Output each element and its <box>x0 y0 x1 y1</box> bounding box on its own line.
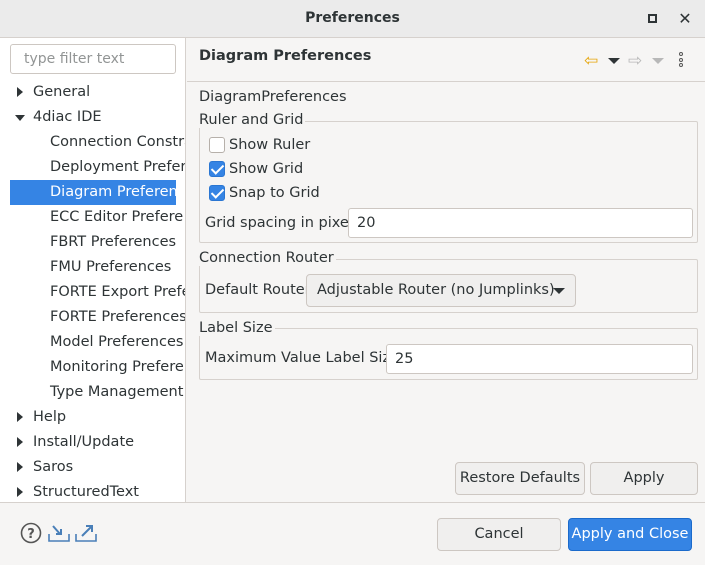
import-icon[interactable] <box>47 522 71 548</box>
tree-item-4diac-ide[interactable]: 4diac IDE <box>0 105 185 130</box>
page-title: Diagram Preferences <box>199 48 372 64</box>
tree-item-label: Install/Update <box>33 434 135 450</box>
tree-item-label: Help <box>33 409 67 425</box>
tree-item-forte-preferences[interactable]: FORTE Preferences <box>0 305 185 330</box>
tree-item-fbrt-preferences[interactable]: FBRT Preferences <box>0 230 185 255</box>
tree-item-label: 4diac IDE <box>33 109 102 125</box>
preferences-tree-panel: type filter text General 4diac IDE Conne… <box>0 38 186 502</box>
tree-item-model-preferences[interactable]: Model Preferences <box>0 330 185 355</box>
expand-arrow-icon[interactable] <box>17 437 23 447</box>
tree-item-help[interactable]: Help <box>0 405 185 430</box>
grid-spacing-input[interactable]: 20 <box>348 208 693 238</box>
grid-spacing-label: Grid spacing in pixels <box>205 215 361 231</box>
tree-item-type-management[interactable]: Type Management <box>0 380 185 405</box>
preference-page: Diagram Preferences ⇦ ⇨ DiagramPreferenc… <box>187 38 705 502</box>
collapse-arrow-icon[interactable] <box>15 115 25 121</box>
cancel-button[interactable]: Cancel <box>437 518 561 551</box>
header-divider <box>187 81 705 82</box>
ruler-grid-group-label: Ruler and Grid <box>199 112 306 128</box>
tree-item-structuredtext[interactable]: StructuredText <box>0 480 185 502</box>
tree-item-ecc-editor-preferences[interactable]: ECC Editor Prefere <box>0 205 185 230</box>
tree-item-saros[interactable]: Saros <box>0 455 185 480</box>
page-description: DiagramPreferences <box>199 89 347 105</box>
help-icon[interactable]: ? <box>20 522 42 548</box>
preferences-window: Preferences ✕ type filter text General 4… <box>0 0 705 565</box>
show-grid-checkbox[interactable] <box>209 161 225 177</box>
tree-item-label: Deployment Prefere <box>50 159 185 175</box>
svg-text:?: ? <box>27 527 35 542</box>
label-size-group-label: Label Size <box>199 320 275 336</box>
show-ruler-checkbox[interactable] <box>209 137 225 153</box>
tree-item-label: Monitoring Prefere <box>50 359 184 375</box>
snap-to-grid-checkbox[interactable] <box>209 185 225 201</box>
export-icon[interactable] <box>74 522 98 548</box>
expand-arrow-icon[interactable] <box>17 87 23 97</box>
default-router-select[interactable]: Adjustable Router (no Jumplinks) <box>306 274 576 307</box>
footer-divider <box>0 502 705 503</box>
tree-item-label: StructuredText <box>33 484 139 500</box>
tree-item-label: FBRT Preferences <box>50 234 177 250</box>
restore-defaults-button[interactable]: Restore Defaults <box>455 462 585 495</box>
max-label-size-label: Maximum Value Label Size <box>205 350 399 366</box>
tree-item-diagram-preferences[interactable]: Diagram Preferenc <box>10 180 176 205</box>
tree-item-label: Diagram Preferenc <box>50 184 176 200</box>
maximize-icon <box>647 14 657 23</box>
tree-item-label: FMU Preferences <box>50 259 172 275</box>
forward-arrow-icon[interactable]: ⇨ <box>628 51 642 71</box>
tree-item-label: FORTE Preferences <box>50 309 185 325</box>
tree-item-general[interactable]: General <box>0 80 185 105</box>
apply-button[interactable]: Apply <box>590 462 698 495</box>
show-ruler-label[interactable]: Show Ruler <box>229 137 310 153</box>
expand-arrow-icon[interactable] <box>17 462 23 472</box>
snap-to-grid-label[interactable]: Snap to Grid <box>229 185 320 201</box>
tree-item-label: Saros <box>33 459 74 475</box>
window-title: Preferences <box>305 10 400 26</box>
tree-item-label: ECC Editor Prefere <box>50 209 184 225</box>
tree-item-fmu-preferences[interactable]: FMU Preferences <box>0 255 185 280</box>
forward-history-dropdown-icon[interactable] <box>652 58 664 64</box>
chevron-down-icon <box>553 288 565 294</box>
tree-item-deployment-preferences[interactable]: Deployment Prefere <box>0 155 185 180</box>
default-router-value: Adjustable Router (no Jumplinks) <box>317 282 555 298</box>
tree-item-install-update[interactable]: Install/Update <box>0 430 185 455</box>
connection-router-group-label: Connection Router <box>199 250 336 266</box>
tree-item-label: Connection Constra <box>50 134 185 150</box>
tree-item-label: FORTE Export Prefe <box>50 284 185 300</box>
max-label-size-input[interactable]: 25 <box>386 344 693 374</box>
apply-and-close-button[interactable]: Apply and Close <box>568 518 692 551</box>
tree-item-label: Type Management <box>50 384 184 400</box>
back-history-dropdown-icon[interactable] <box>608 58 620 64</box>
tree-item-connection-constraints[interactable]: Connection Constra <box>0 130 185 155</box>
title-bar: Preferences ✕ <box>0 0 705 38</box>
tree-item-label: General <box>33 84 91 100</box>
close-icon: ✕ <box>678 9 692 28</box>
tree-item-label: Model Preferences <box>50 334 184 350</box>
view-menu-icon[interactable] <box>679 52 683 69</box>
default-router-label: Default Router <box>205 282 311 298</box>
close-button[interactable]: ✕ <box>675 9 695 29</box>
expand-arrow-icon[interactable] <box>17 412 23 422</box>
expand-arrow-icon[interactable] <box>17 487 23 497</box>
show-grid-label[interactable]: Show Grid <box>229 161 303 177</box>
back-arrow-icon[interactable]: ⇦ <box>584 51 598 71</box>
tree-item-monitoring-preferences[interactable]: Monitoring Prefere <box>0 355 185 380</box>
maximize-button[interactable] <box>642 9 662 29</box>
tree-item-forte-export-preferences[interactable]: FORTE Export Prefe <box>0 280 185 305</box>
filter-input[interactable]: type filter text <box>10 44 176 74</box>
